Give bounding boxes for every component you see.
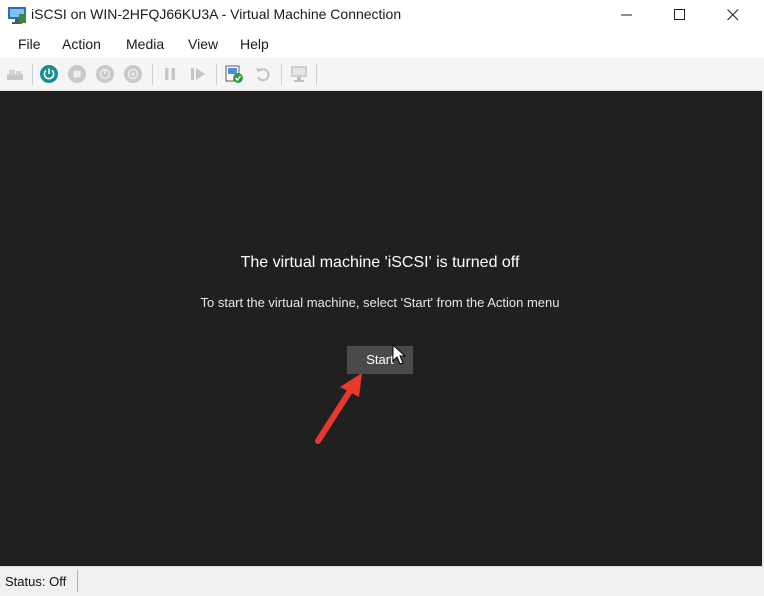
- toolbar-separator: [152, 64, 153, 85]
- maximize-icon: [674, 9, 685, 20]
- red-annotation-arrow-icon: [310, 371, 374, 456]
- toolbar-separator: [316, 64, 317, 85]
- vm-display[interactable]: The virtual machine 'iSCSI' is turned of…: [0, 91, 764, 566]
- window-title: iSCSI on WIN-2HFQJ66KU3A - Virtual Machi…: [31, 6, 402, 22]
- toolbar: [0, 58, 764, 91]
- vm-off-instructions: To start the virtual machine, select 'St…: [200, 295, 560, 310]
- menu-media[interactable]: Media: [126, 36, 164, 52]
- vm-connection-icon: [7, 5, 27, 25]
- vm-status: Status: Off: [5, 574, 67, 589]
- menu-file[interactable]: File: [18, 36, 41, 52]
- menu-help[interactable]: Help: [240, 36, 269, 52]
- checkpoint-icon[interactable]: [224, 64, 244, 84]
- status-separator: [77, 570, 78, 592]
- close-button[interactable]: [706, 0, 760, 30]
- turn-off-icon[interactable]: [67, 64, 87, 84]
- menu-action[interactable]: Action: [62, 36, 101, 52]
- status-bar: Status: Off: [0, 566, 764, 596]
- title-bar[interactable]: iSCSI on WIN-2HFQJ66KU3A - Virtual Machi…: [0, 0, 764, 30]
- mouse-pointer-icon: [392, 343, 408, 371]
- toolbar-separator: [32, 64, 33, 85]
- minimize-button[interactable]: [600, 0, 654, 30]
- vm-connection-window: iSCSI on WIN-2HFQJ66KU3A - Virtual Machi…: [0, 0, 764, 596]
- toolbar-separator: [281, 64, 282, 85]
- shut-down-icon[interactable]: [95, 64, 115, 84]
- resume-icon[interactable]: [188, 64, 208, 84]
- save-icon[interactable]: [123, 64, 143, 84]
- pause-icon[interactable]: [160, 64, 180, 84]
- revert-icon[interactable]: [253, 64, 273, 84]
- close-icon: [727, 9, 739, 21]
- toolbar-separator: [216, 64, 217, 85]
- ctrl-alt-del-icon[interactable]: [5, 64, 25, 84]
- menu-view[interactable]: View: [188, 36, 218, 52]
- maximize-button[interactable]: [653, 0, 707, 30]
- vm-off-heading: The virtual machine 'iSCSI' is turned of…: [240, 254, 520, 271]
- minimize-icon: [621, 14, 632, 16]
- menu-bar: File Action Media View Help: [0, 30, 764, 58]
- start-icon[interactable]: [39, 64, 59, 84]
- enhanced-session-icon[interactable]: [289, 64, 309, 84]
